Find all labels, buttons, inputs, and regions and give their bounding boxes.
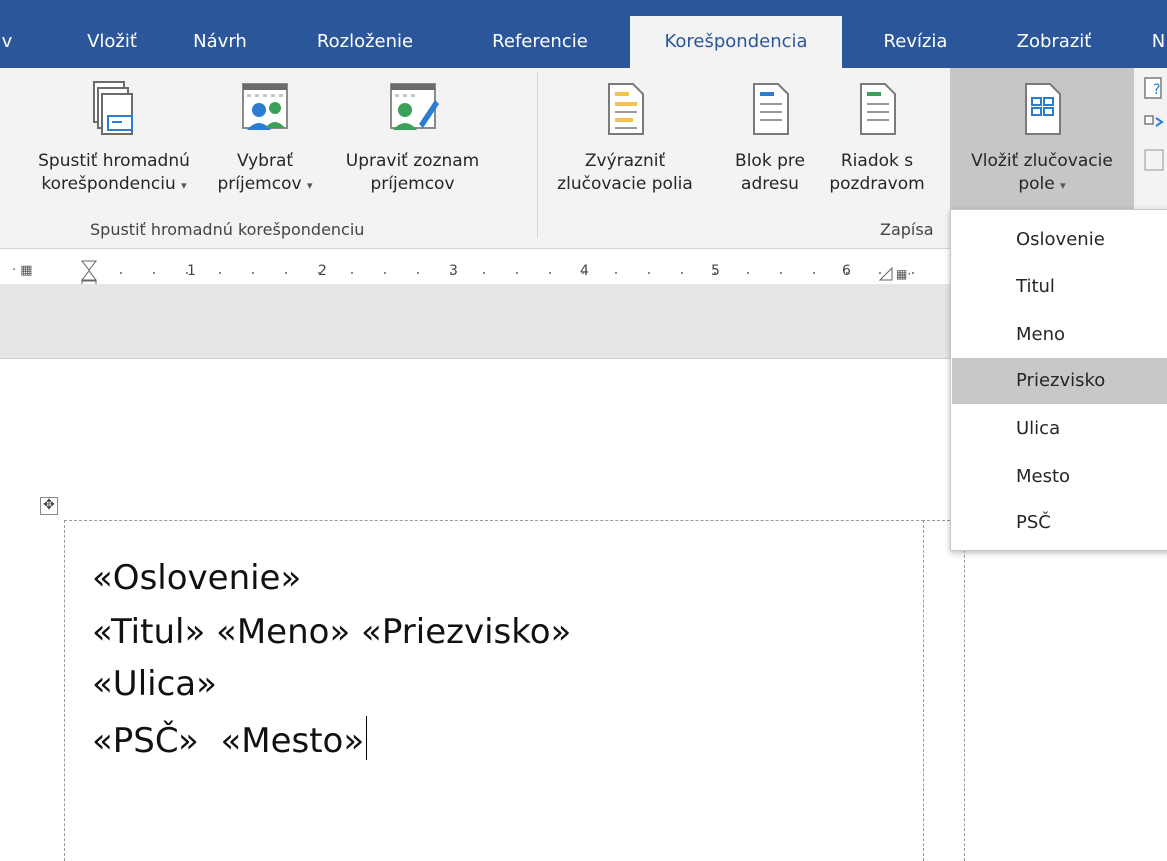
group-label-write-insert: Zapísa — [880, 220, 934, 239]
merge-field-dropdown: Oslovenie Titul Meno Priezvisko Ulica Me… — [950, 209, 1167, 551]
insert-merge-field-label-2: pole — [1018, 174, 1055, 194]
ruler-tick-label: 5 — [711, 263, 720, 279]
dropdown-item-psc[interactable]: PSČ — [952, 500, 1167, 546]
ruler-tick-label: 4 — [580, 263, 589, 279]
address-block-icon — [753, 83, 789, 135]
edit-recipients-icon — [389, 83, 439, 130]
highlight-merge-fields-button[interactable]: Zvýrazniť zlučovacie polia — [545, 68, 705, 218]
edit-recipient-list-label-1: Upraviť zoznam — [345, 151, 480, 171]
chevron-down-icon: ▾ — [1060, 179, 1066, 192]
start-mail-merge-icon — [93, 81, 133, 135]
tab-view[interactable]: Zobraziť — [1000, 14, 1108, 68]
greeting-line-label-2: pozdravom — [829, 174, 925, 194]
recipients-icon — [242, 83, 288, 130]
ruler-tick-label: 2 — [318, 263, 327, 279]
ruler-tick-label: 1 — [187, 263, 196, 279]
text-cursor — [366, 716, 368, 760]
chevron-down-icon: ▾ — [306, 179, 313, 192]
doc-line-city-text: «PSČ» «Mesto» — [92, 721, 365, 761]
edit-recipient-list-button[interactable]: Upraviť zoznam príjemcov — [335, 68, 490, 218]
tab-review[interactable]: Revízia — [868, 14, 963, 68]
tab-more-partial[interactable]: N — [1150, 14, 1167, 68]
doc-line-street[interactable]: «Ulica» — [92, 664, 217, 704]
dropdown-item-oslovenie[interactable]: Oslovenie — [952, 217, 1167, 263]
right-indent-marker-icon[interactable]: ▦· — [878, 264, 918, 282]
insert-merge-field-label-1: Vložiť zlučovacie — [971, 151, 1113, 171]
highlight-fields-icon — [608, 83, 644, 135]
dropdown-item-meno[interactable]: Meno — [952, 312, 1167, 358]
dropdown-item-titul[interactable]: Titul — [952, 264, 1167, 310]
doc-line-salutation[interactable]: «Oslovenie» — [92, 558, 301, 598]
insert-merge-field-icon — [1025, 83, 1061, 135]
address-block-label-1: Blok pre — [735, 151, 805, 171]
ruler-ticks: · ▦ 1 2 3 4 5 6 ▦· — [0, 260, 950, 291]
select-recipients-label-1: Vybrať — [236, 151, 294, 171]
tab-design[interactable]: Návrh — [180, 14, 260, 68]
edit-recipient-list-label-2: príjemcov — [370, 174, 455, 194]
group-separator — [537, 72, 538, 238]
dropdown-item-mesto[interactable]: Mesto — [952, 454, 1167, 500]
table-cell-right[interactable] — [922, 520, 965, 861]
highlight-merge-fields-label-1: Zvýrazniť — [584, 151, 666, 171]
tab-view-partial[interactable]: v — [0, 14, 14, 68]
ruler-tick-label: 3 — [449, 263, 458, 279]
start-mail-merge-button[interactable]: Spustiť hromadnú korešpondenciu ▾ — [0, 68, 228, 218]
greeting-line-icon — [860, 83, 896, 135]
ruler-dots — [120, 272, 940, 274]
highlight-merge-fields-label-2: zlučovacie polia — [557, 174, 693, 194]
group-label-start-mail-merge: Spustiť hromadnú korešpondenciu — [90, 220, 365, 239]
ruler-tick-label: 6 — [842, 263, 851, 279]
start-mail-merge-label-2: korešpondenciu — [41, 174, 176, 194]
greeting-line-label-1: Riadok s — [840, 151, 914, 171]
tab-references[interactable]: Referencie — [480, 14, 600, 68]
select-recipients-label-2: príjemcov — [217, 174, 302, 194]
dropdown-item-ulica[interactable]: Ulica — [952, 406, 1167, 452]
rules-icon[interactable]: ? — [1142, 76, 1167, 176]
doc-line-name[interactable]: «Titul» «Meno» «Priezvisko» — [92, 612, 571, 652]
doc-line-city[interactable]: «PSČ» «Mesto» — [92, 716, 368, 761]
table-move-handle-icon[interactable]: ✥ — [40, 497, 58, 515]
address-block-label-2: adresu — [741, 174, 799, 194]
ruler-margin-marker: · ▦ — [12, 263, 33, 278]
tab-insert[interactable]: Vložiť — [70, 14, 154, 68]
insert-merge-field-button[interactable]: Vložiť zlučovacie pole ▾ — [950, 68, 1134, 212]
greeting-line-button[interactable]: Riadok s pozdravom — [822, 68, 932, 218]
ribbon-tab-bar: v Vložiť Návrh Rozloženie Referencie Kor… — [0, 0, 1167, 70]
svg-text:▦·: ▦· — [896, 267, 911, 281]
tab-layout[interactable]: Rozloženie — [305, 14, 425, 68]
select-recipients-button[interactable]: Vybrať príjemcov ▾ — [200, 68, 330, 218]
dropdown-item-priezvisko[interactable]: Priezvisko — [952, 358, 1167, 404]
address-block-button[interactable]: Blok pre adresu — [720, 68, 820, 218]
svg-text:?: ? — [1153, 82, 1160, 98]
start-mail-merge-label-1: Spustiť hromadnú — [38, 151, 190, 171]
chevron-down-icon: ▾ — [181, 179, 187, 192]
tab-mailings[interactable]: Korešpondencia — [630, 16, 842, 70]
